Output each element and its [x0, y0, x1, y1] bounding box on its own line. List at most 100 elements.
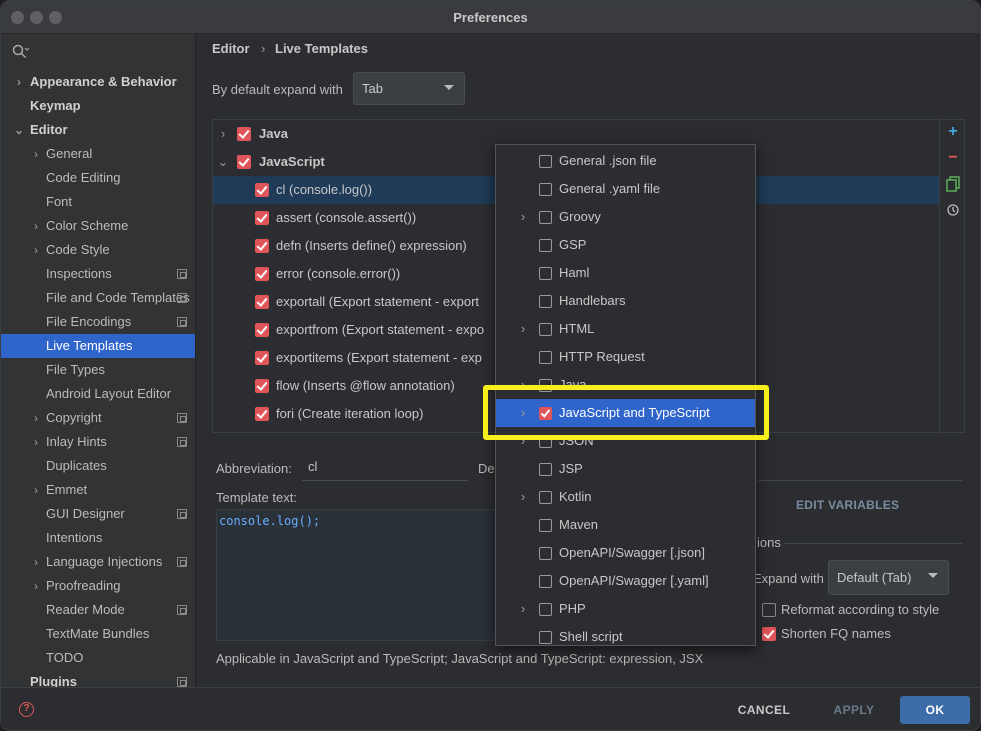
template-checkbox[interactable] — [255, 183, 269, 197]
context-item[interactable]: General .json file — [496, 147, 755, 175]
template-checkbox[interactable] — [255, 323, 269, 337]
context-item[interactable]: Maven — [496, 511, 755, 539]
context-item[interactable]: › Kotlin — [496, 483, 755, 511]
sidebar-item[interactable]: ⌄ Editor — [1, 118, 195, 142]
sidebar-item[interactable]: › Emmet — [1, 478, 195, 502]
chevron-right-icon[interactable]: › — [518, 427, 528, 455]
context-checkbox[interactable] — [539, 323, 552, 336]
chevron-right-icon[interactable]: › — [30, 550, 42, 574]
chevron-right-icon[interactable]: › — [518, 399, 528, 427]
context-checkbox[interactable] — [539, 519, 552, 532]
copy-icon[interactable] — [941, 172, 965, 196]
chevron-right-icon[interactable]: › — [518, 371, 528, 399]
context-checkbox[interactable] — [539, 211, 552, 224]
chevron-right-icon[interactable]: › — [30, 214, 42, 238]
sidebar-item[interactable]: Code Editing — [1, 166, 195, 190]
chevron-right-icon[interactable]: › — [518, 483, 528, 511]
group-checkbox[interactable] — [237, 127, 251, 141]
chevron-right-icon[interactable]: › — [30, 574, 42, 598]
sidebar-item[interactable]: File Types — [1, 358, 195, 382]
sidebar-item[interactable]: Duplicates — [1, 454, 195, 478]
template-text-editor[interactable]: console.log(); — [216, 509, 501, 641]
shorten-fq-checkbox[interactable] — [762, 627, 776, 641]
context-checkbox[interactable] — [539, 631, 552, 644]
chevron-right-icon[interactable]: › — [518, 203, 528, 231]
sidebar-item[interactable]: Live Templates — [1, 334, 195, 358]
sidebar-item[interactable]: › General — [1, 142, 195, 166]
remove-icon[interactable]: − — [941, 146, 965, 170]
context-checkbox[interactable] — [539, 463, 552, 476]
template-checkbox[interactable] — [255, 407, 269, 421]
sidebar-item[interactable]: Reader Mode — [1, 598, 195, 622]
sidebar-item[interactable]: Keymap — [1, 94, 195, 118]
context-checkbox[interactable] — [539, 295, 552, 308]
sidebar-item[interactable]: Plugins — [1, 670, 195, 687]
template-checkbox[interactable] — [255, 379, 269, 393]
context-item[interactable]: General .yaml file — [496, 175, 755, 203]
template-checkbox[interactable] — [255, 267, 269, 281]
context-checkbox[interactable] — [539, 239, 552, 252]
template-checkbox[interactable] — [255, 239, 269, 253]
sidebar-item[interactable]: › Copyright — [1, 406, 195, 430]
add-icon[interactable]: + — [941, 120, 965, 144]
sidebar-item[interactable]: Font — [1, 190, 195, 214]
expand-dropdown[interactable]: Tab — [353, 72, 465, 105]
template-checkbox[interactable] — [255, 211, 269, 225]
context-item[interactable]: › JSON — [496, 427, 755, 455]
context-checkbox[interactable] — [539, 603, 552, 616]
chevron-right-icon[interactable]: › — [30, 238, 42, 262]
sidebar-item[interactable]: TODO — [1, 646, 195, 670]
context-checkbox[interactable] — [539, 183, 552, 196]
sidebar-item[interactable]: › Inlay Hints — [1, 430, 195, 454]
sidebar-item[interactable]: GUI Designer — [1, 502, 195, 526]
chevron-right-icon[interactable]: › — [13, 70, 25, 94]
context-item[interactable]: › Java — [496, 371, 755, 399]
context-checkbox[interactable] — [539, 435, 552, 448]
context-checkbox[interactable] — [539, 491, 552, 504]
chevron-right-icon[interactable]: › — [217, 120, 229, 148]
sidebar-item[interactable]: File and Code Templates — [1, 286, 195, 310]
context-item[interactable]: GSP — [496, 231, 755, 259]
sidebar-item[interactable]: › Appearance & Behavior — [1, 70, 195, 94]
context-checkbox[interactable] — [539, 575, 552, 588]
sidebar-item[interactable]: › Language Injections — [1, 550, 195, 574]
context-item[interactable]: OpenAPI/Swagger [.yaml] — [496, 567, 755, 595]
sidebar-item[interactable]: TextMate Bundles — [1, 622, 195, 646]
context-item[interactable]: › Groovy — [496, 203, 755, 231]
context-checkbox[interactable] — [539, 155, 552, 168]
sidebar-item[interactable]: › Proofreading — [1, 574, 195, 598]
template-checkbox[interactable] — [255, 351, 269, 365]
context-item[interactable]: Haml — [496, 259, 755, 287]
help-icon[interactable]: ? — [19, 702, 34, 717]
sidebar-item[interactable]: › Code Style — [1, 238, 195, 262]
context-item[interactable]: › HTML — [496, 315, 755, 343]
abbreviation-input[interactable]: cl — [302, 455, 468, 481]
context-checkbox[interactable] — [539, 379, 552, 392]
sidebar-item[interactable]: File Encodings — [1, 310, 195, 334]
edit-variables-button[interactable]: EDIT VARIABLES — [796, 498, 899, 512]
context-item[interactable]: OpenAPI/Swagger [.json] — [496, 539, 755, 567]
context-checkbox[interactable] — [539, 351, 552, 364]
context-item[interactable]: JSP — [496, 455, 755, 483]
chevron-right-icon[interactable]: › — [30, 142, 42, 166]
sidebar-item[interactable]: › Color Scheme — [1, 214, 195, 238]
breadcrumb-parent[interactable]: Editor — [212, 41, 250, 56]
context-item[interactable]: Shell script — [496, 623, 755, 645]
context-checkbox[interactable] — [539, 407, 552, 420]
restore-icon[interactable] — [941, 198, 965, 222]
apply-button[interactable]: APPLY — [816, 696, 892, 724]
context-item[interactable]: › PHP — [496, 595, 755, 623]
context-item[interactable]: › JavaScript and TypeScript — [496, 399, 755, 427]
sidebar-item[interactable]: Android Layout Editor — [1, 382, 195, 406]
expand-with-dropdown[interactable]: Default (Tab) — [828, 560, 949, 595]
reformat-checkbox[interactable] — [762, 603, 776, 617]
context-checkbox[interactable] — [539, 267, 552, 280]
cancel-button[interactable]: CANCEL — [724, 696, 804, 724]
chevron-right-icon[interactable]: › — [30, 478, 42, 502]
chevron-right-icon[interactable]: › — [30, 430, 42, 454]
group-checkbox[interactable] — [237, 155, 251, 169]
template-checkbox[interactable] — [255, 295, 269, 309]
ok-button[interactable]: OK — [900, 696, 970, 724]
context-checkbox[interactable] — [539, 547, 552, 560]
context-item[interactable]: Handlebars — [496, 287, 755, 315]
